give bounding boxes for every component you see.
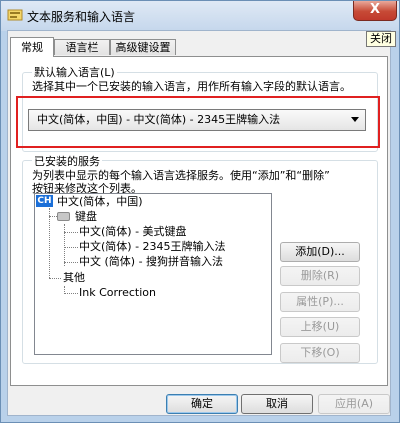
tree-connector	[64, 232, 78, 233]
move-up-button[interactable]: 上移(U)	[280, 317, 360, 337]
default-language-selected: 中文(简体，中国) - 中文(简体) - 2345王牌输入法	[37, 113, 281, 126]
tree-connector	[49, 208, 50, 216]
tree-language-node[interactable]: 中文(简体，中国)	[57, 195, 143, 209]
tree-other-item[interactable]: Ink Correction	[79, 286, 156, 300]
tree-keyboard-item[interactable]: 中文 (简体) - 搜狗拼音输入法	[79, 255, 223, 269]
tree-connector	[64, 293, 78, 294]
keyboard-icon	[57, 212, 70, 221]
default-language-dropdown[interactable]: 中文(简体，中国) - 中文(简体) - 2345王牌输入法	[28, 109, 366, 131]
close-button[interactable]: X	[353, 1, 397, 21]
tab-language-bar[interactable]: 语言栏	[54, 39, 110, 55]
tab-advanced-key-settings[interactable]: 高级键设置	[110, 39, 176, 55]
window-title: 文本服务和输入语言	[27, 10, 136, 24]
tree-other-node[interactable]: 其他	[63, 271, 85, 285]
add-button[interactable]: 添加(D)...	[280, 242, 360, 262]
tree-connector	[64, 247, 78, 248]
tree-connector	[49, 278, 61, 279]
tree-keyboard-item[interactable]: 中文(简体) - 2345王牌输入法	[79, 240, 226, 254]
tree-keyboard-node[interactable]: 键盘	[75, 210, 97, 224]
language-badge: CH	[36, 195, 53, 207]
tree-connector	[64, 262, 78, 263]
tab-general[interactable]: 常规	[10, 37, 54, 57]
default-language-description: 选择其中一个已安装的输入语言，用作所有输入字段的默认语言。	[32, 80, 351, 93]
remove-button[interactable]: 删除(R)	[280, 266, 360, 286]
text-services-icon	[7, 8, 23, 22]
services-tree[interactable]: CH 中文(简体，中国) 键盘 中文(简体) - 美式键盘 中文(简体) - 2…	[34, 193, 272, 355]
tree-connector	[64, 224, 65, 266]
cancel-button[interactable]: 取消	[241, 394, 313, 414]
chevron-down-icon	[351, 117, 359, 122]
move-down-button[interactable]: 下移(O)	[280, 343, 360, 363]
ok-button[interactable]: 确定	[166, 394, 238, 414]
properties-button[interactable]: 属性(P)...	[280, 292, 360, 312]
apply-button[interactable]: 应用(A)	[318, 394, 390, 414]
close-tooltip: 关闭	[366, 31, 396, 47]
tree-keyboard-item[interactable]: 中文(简体) - 美式键盘	[79, 225, 187, 239]
title-bar[interactable]: 文本服务和输入语言	[1, 1, 399, 31]
tree-connector	[49, 216, 50, 278]
tree-connector	[49, 216, 57, 217]
